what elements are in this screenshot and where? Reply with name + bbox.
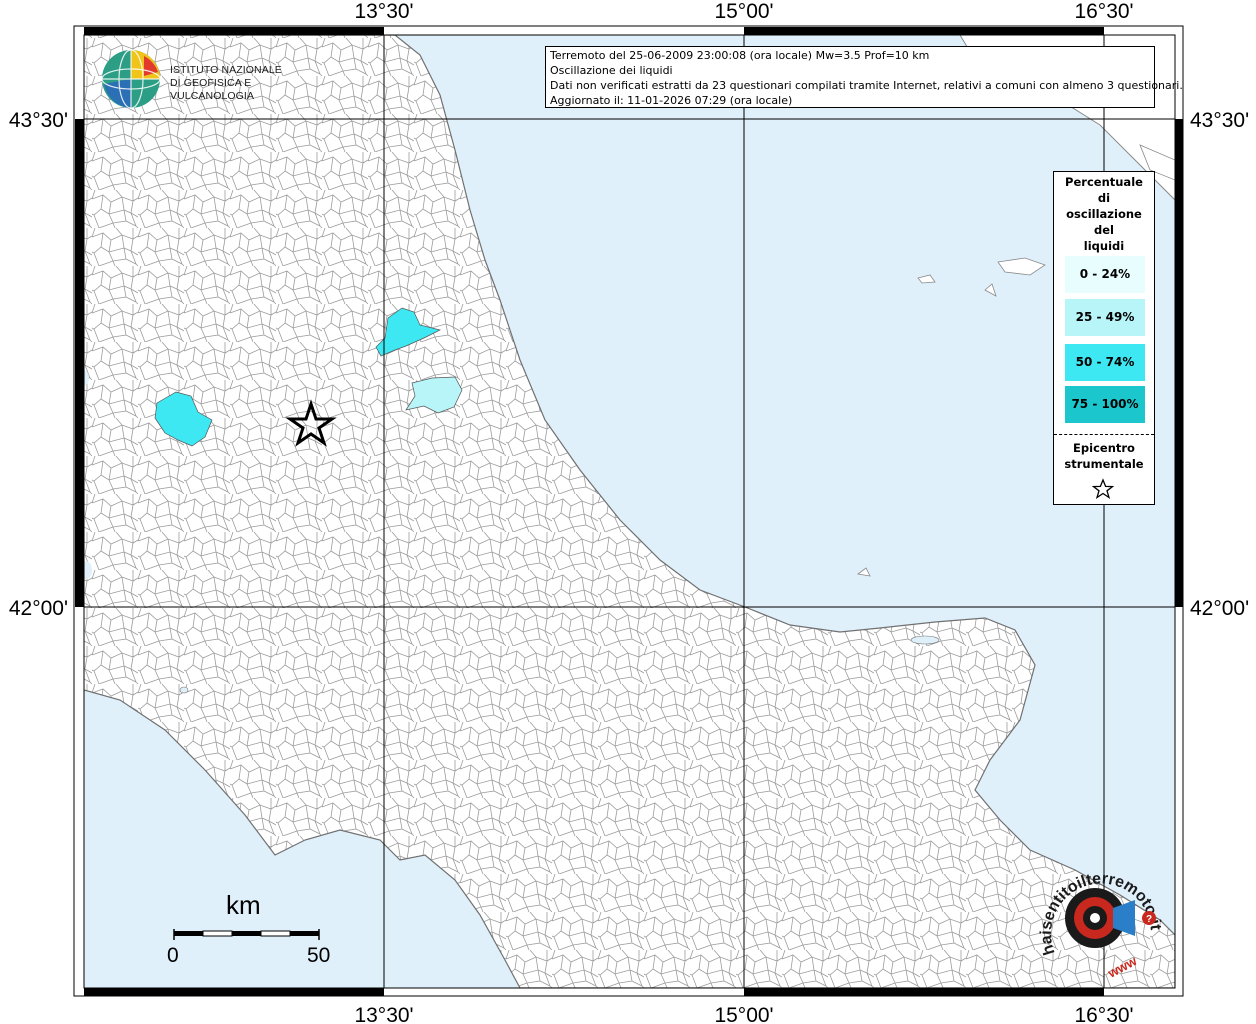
- lon-label-top-3: 16°30': [1074, 0, 1133, 23]
- scale-end-label: 50: [307, 944, 331, 967]
- scale-unit-label: km: [226, 890, 261, 920]
- lake-gargano: [910, 635, 940, 645]
- ingv-name-line2: DI GEOFISICA E VULCANOLOGIA: [170, 77, 255, 102]
- lon-label-bottom-1: 13°30': [354, 1004, 413, 1024]
- legend-title-line: di: [1097, 191, 1111, 205]
- legend-class-0-24: 0 - 24%: [1065, 256, 1145, 293]
- event-info-box: Terremoto del 25-06-2009 23:00:08 (ora l…: [545, 46, 1183, 108]
- legend-title-line: del: [1094, 223, 1114, 237]
- ingv-logo: ISTITUTO NAZIONALE DI GEOFISICA E VULCAN…: [100, 48, 315, 110]
- lat-label-left-2: 42°00': [9, 597, 68, 620]
- lat-label-right-2: 42°00': [1190, 597, 1249, 620]
- legend-epicenter-line: Epicentro: [1073, 441, 1135, 455]
- lon-label-bottom-2: 15°00': [714, 1004, 773, 1024]
- lon-label-top-2: 15°00': [714, 0, 773, 23]
- legend-class-75-100: 75 - 100%: [1065, 386, 1145, 423]
- hst-www-text: www: [1104, 953, 1139, 981]
- ingv-name-line1: ISTITUTO NAZIONALE: [170, 64, 282, 76]
- legend-epicenter-line: strumentale: [1064, 457, 1144, 471]
- scale-start-label: 0: [167, 944, 179, 967]
- legend-class-25-49: 25 - 49%: [1065, 299, 1145, 336]
- legend-class-50-74: 50 - 74%: [1065, 344, 1145, 381]
- hst-logo: haisentitoilterremoto.it www ?: [1038, 870, 1164, 981]
- legend-title-line: Percentuale: [1065, 175, 1143, 189]
- legend-epicenter-label: Epicentro strumentale: [1054, 440, 1154, 472]
- lat-label-left-1: 43°30': [9, 109, 68, 132]
- legend-title: Percentuale di oscillazione del liquidi: [1054, 172, 1154, 254]
- star-outline-icon: [1092, 478, 1114, 500]
- map-subject: Oscillazione dei liquidi: [550, 64, 673, 77]
- legend-divider: [1054, 434, 1154, 435]
- globe-icon: [101, 49, 161, 109]
- svg-text:?: ?: [1146, 914, 1152, 925]
- lon-label-top-1: 13°30': [354, 0, 413, 23]
- updated-timestamp: Aggiornato il: 11-01-2026 07:29 (ora loc…: [550, 94, 793, 107]
- data-disclaimer: Dati non verificati estratti da 23 quest…: [550, 79, 1183, 92]
- lake-3: [179, 686, 189, 694]
- event-title: Terremoto del 25-06-2009 23:00:08 (ora l…: [550, 49, 930, 62]
- lon-label-bottom-3: 16°30': [1074, 1004, 1133, 1024]
- lat-label-right-1: 43°30': [1190, 109, 1249, 132]
- legend-title-line: oscillazione: [1066, 207, 1142, 221]
- legend: Percentuale di oscillazione del liquidi …: [1053, 171, 1155, 505]
- legend-title-line: liquidi: [1083, 239, 1125, 253]
